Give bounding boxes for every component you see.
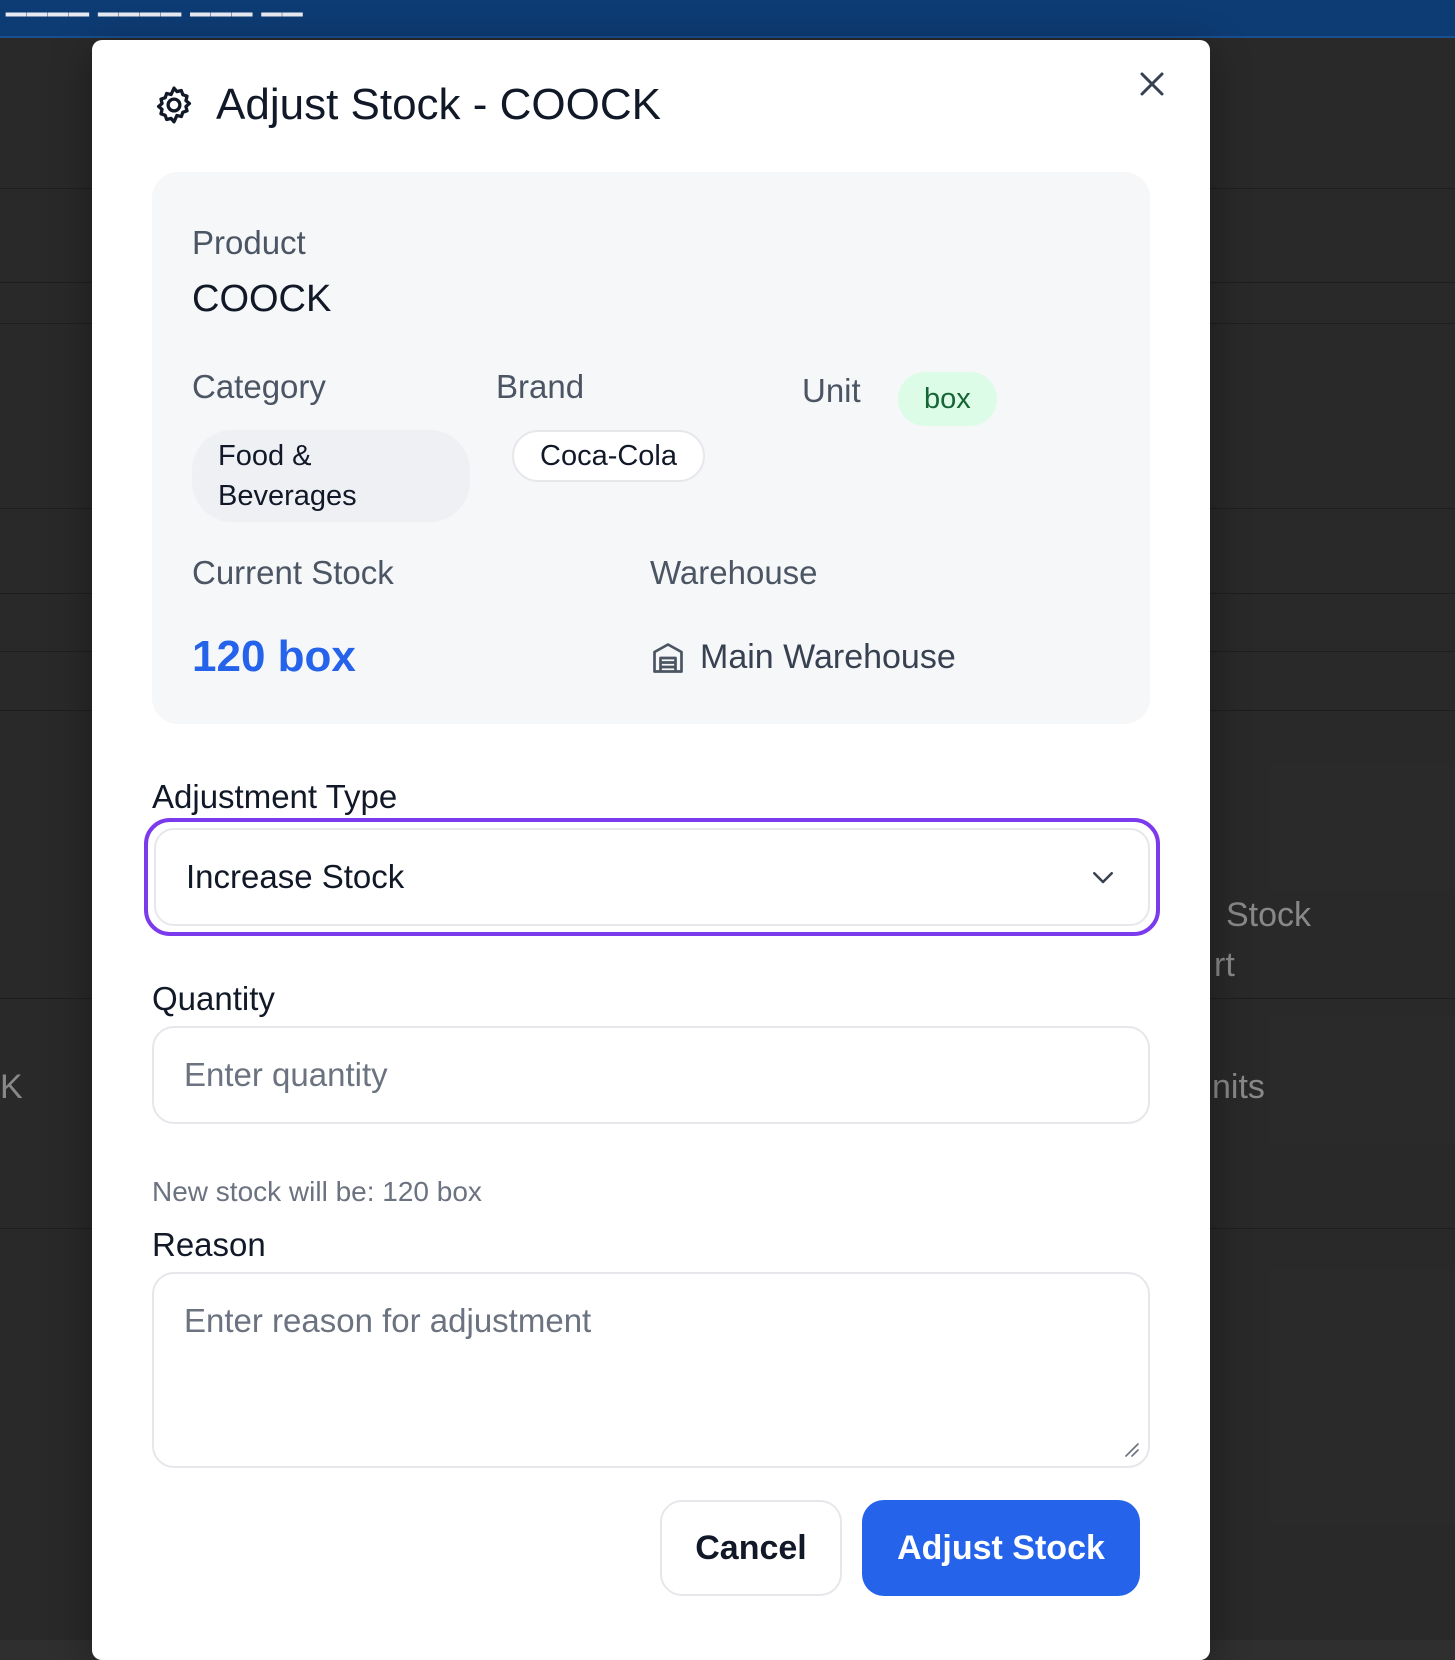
product-value: COOCK (192, 278, 332, 320)
gear-icon (156, 86, 192, 124)
reason-textarea[interactable]: Enter reason for adjustment (152, 1272, 1150, 1468)
warehouse-icon (653, 642, 683, 673)
brand-badge: Coca-Cola (512, 430, 705, 482)
quantity-label: Quantity (152, 980, 275, 1017)
quantity-input[interactable]: Enter quantity (152, 1026, 1150, 1124)
warehouse-value: Main Warehouse (700, 638, 956, 676)
adjust-stock-modal: Adjust Stock - COOCK Product COOCK Categ… (92, 40, 1210, 1660)
close-button[interactable] (1130, 62, 1174, 106)
chevron-down-icon (1093, 872, 1113, 884)
adjustment-type-select[interactable]: Increase Stock (154, 828, 1150, 926)
cancel-button[interactable]: Cancel (660, 1500, 842, 1596)
adjustment-type-focus-ring: Increase Stock (144, 818, 1160, 936)
adjustment-type-label: Adjustment Type (152, 778, 398, 815)
warehouse-label: Warehouse (650, 554, 818, 591)
brand-label: Brand (496, 368, 585, 405)
product-info-card: Product COOCK Category Food & Beverages … (152, 172, 1150, 724)
current-stock-value: 120 box (192, 632, 356, 681)
app-header: ▁▁▁▁ ▁▁▁▁ ▁▁▁ ▁▁ (0, 0, 1455, 38)
new-stock-helper-text: New stock will be: 120 box (152, 1176, 482, 1207)
adjust-stock-button[interactable]: Adjust Stock (862, 1500, 1140, 1596)
resize-handle-icon[interactable] (1122, 1440, 1140, 1458)
modal-header: Adjust Stock - COOCK (152, 80, 661, 130)
category-badge: Food & Beverages (192, 430, 470, 522)
category-label: Category (192, 368, 326, 405)
reason-placeholder: Enter reason for adjustment (184, 1302, 592, 1339)
reason-label: Reason (152, 1226, 266, 1263)
app-header-text: ▁▁▁▁ ▁▁▁▁ ▁▁▁ ▁▁ (6, 0, 304, 16)
unit-label: Unit (802, 372, 861, 409)
product-label: Product (192, 224, 306, 261)
warehouse-info: Main Warehouse (650, 638, 956, 677)
current-stock-label: Current Stock (192, 554, 394, 591)
close-icon (1140, 72, 1164, 96)
unit-badge: box (898, 372, 997, 426)
adjustment-type-value: Increase Stock (186, 858, 405, 895)
modal-title: Adjust Stock - COOCK (216, 80, 662, 129)
